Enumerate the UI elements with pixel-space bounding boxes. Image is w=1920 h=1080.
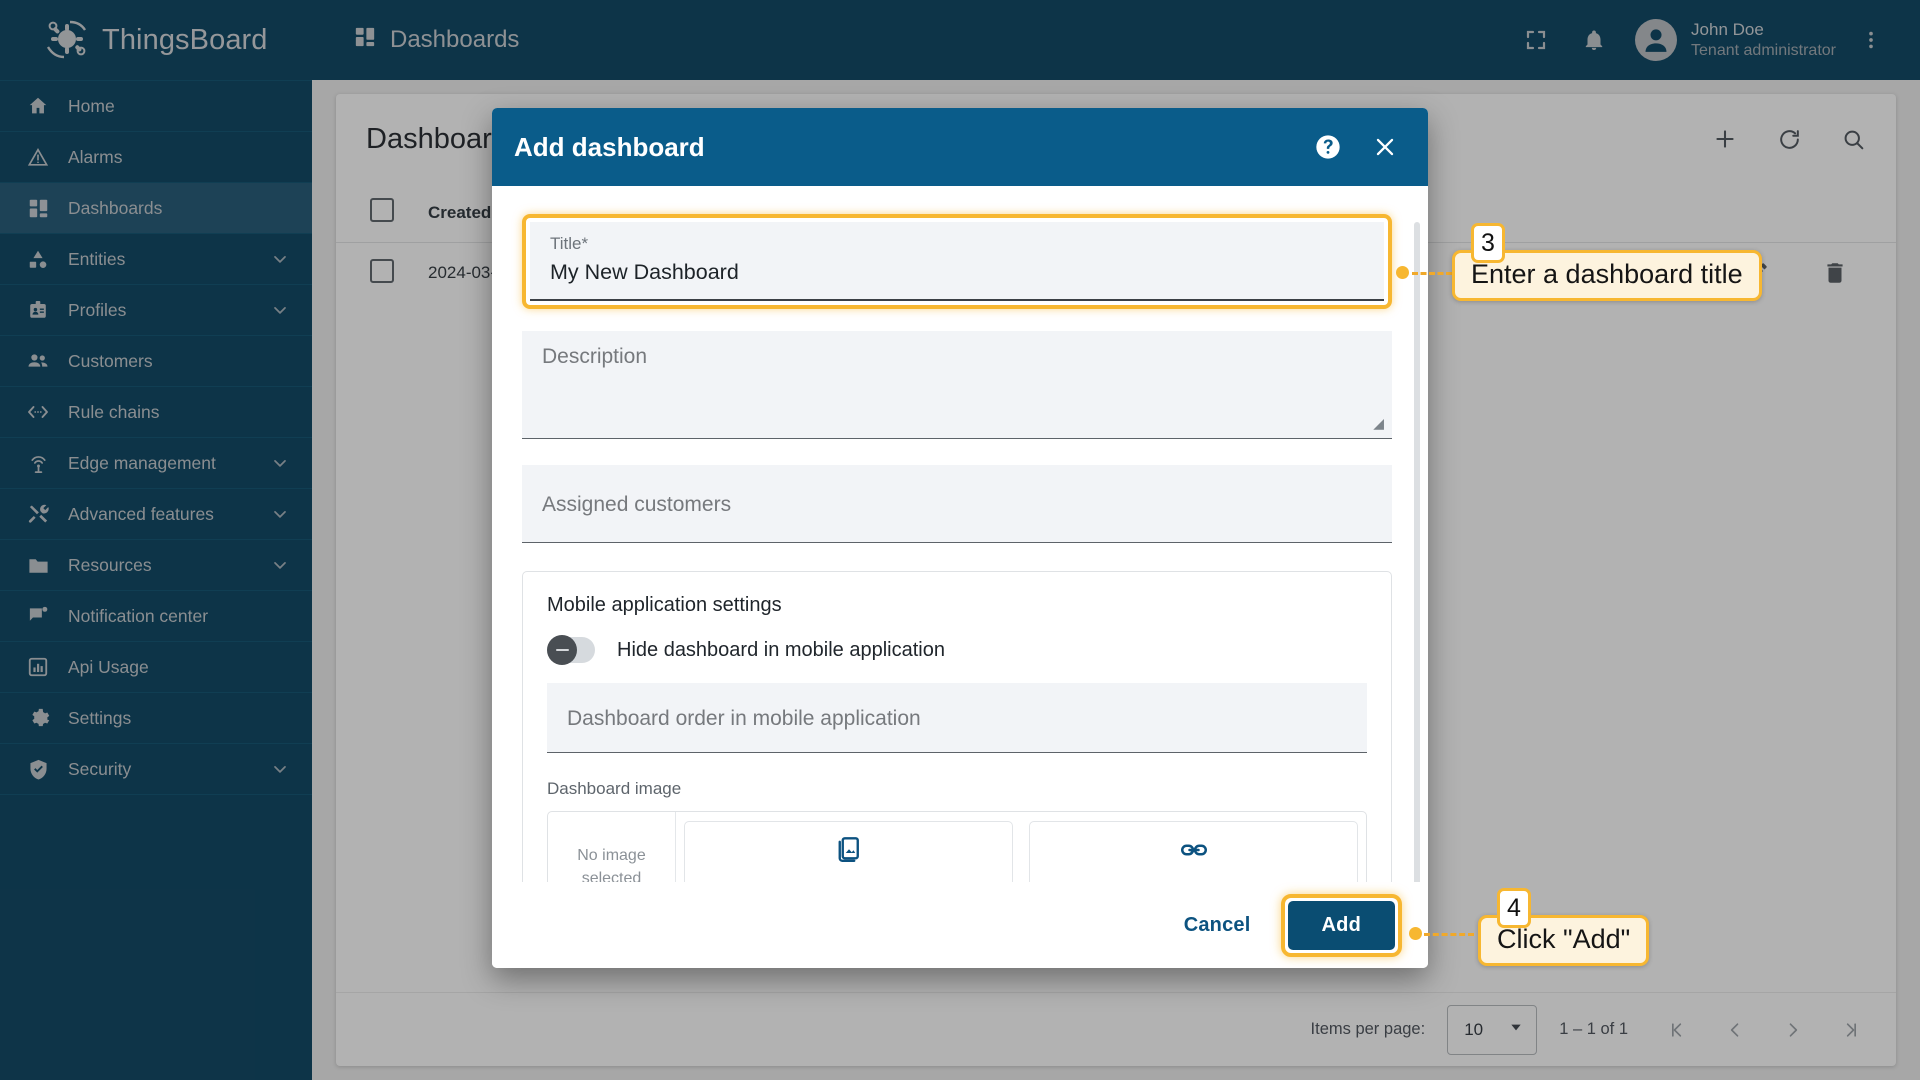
title-field-highlight: Title* My New Dashboard	[522, 214, 1392, 309]
hide-dashboard-toggle-row: Hide dashboard in mobile application	[547, 637, 1367, 663]
dialog-scrollbar[interactable]	[1414, 222, 1420, 882]
assigned-customers-placeholder: Assigned customers	[542, 493, 731, 517]
close-icon[interactable]	[1372, 134, 1398, 160]
callout-3: 3 Enter a dashboard title	[1452, 250, 1762, 301]
link-icon	[1179, 835, 1209, 870]
dialog-body: Title* My New Dashboard Description ◢ As…	[492, 186, 1428, 882]
dialog-title: Add dashboard	[514, 132, 705, 163]
toggle-knob	[547, 635, 577, 665]
callout-anchor-dot-4	[1409, 927, 1422, 940]
add-button[interactable]: Add	[1288, 901, 1395, 950]
description-placeholder: Description	[542, 345, 1372, 369]
callout-4: 4 Click "Add"	[1478, 915, 1649, 966]
callout-leader-line-4	[1424, 933, 1474, 936]
dialog-header-actions	[1314, 133, 1398, 161]
hide-dashboard-toggle[interactable]	[547, 637, 595, 663]
resize-grip-icon[interactable]: ◢	[1373, 415, 1384, 432]
callout-text-3: Enter a dashboard title	[1471, 259, 1743, 289]
dialog-footer: Cancel Add	[492, 882, 1428, 968]
hide-dashboard-toggle-label: Hide dashboard in mobile application	[617, 639, 945, 662]
assigned-customers-field[interactable]: Assigned customers	[522, 465, 1392, 543]
dashboard-order-field[interactable]: Dashboard order in mobile application	[547, 683, 1367, 753]
title-field[interactable]: Title* My New Dashboard	[530, 222, 1384, 301]
mobile-settings-title: Mobile application settings	[547, 594, 1367, 617]
image-gallery-icon	[834, 835, 864, 870]
browse-from-gallery-label: Browse from gallery	[767, 879, 930, 882]
cancel-button[interactable]: Cancel	[1162, 902, 1273, 949]
add-dashboard-dialog: Add dashboard Title* My New Dashboard De…	[492, 108, 1428, 968]
help-circle-icon[interactable]	[1314, 133, 1342, 161]
callout-text-4: Click "Add"	[1497, 924, 1630, 954]
mobile-application-settings-panel: Mobile application settings Hide dashboa…	[522, 571, 1392, 882]
description-field[interactable]: Description ◢	[522, 331, 1392, 439]
set-link-label: Set link	[1163, 879, 1223, 882]
dashboard-image-label: Dashboard image	[547, 779, 1367, 799]
title-field-label: Title*	[550, 234, 1364, 254]
callout-leader-line-3	[1412, 272, 1452, 275]
set-link-button[interactable]: Set link	[1029, 821, 1358, 882]
no-image-selected-text: No image selected	[548, 812, 676, 882]
add-button-highlight: Add	[1281, 894, 1402, 957]
dashboard-order-placeholder: Dashboard order in mobile application	[567, 707, 921, 731]
browse-from-gallery-button[interactable]: Browse from gallery	[684, 821, 1013, 882]
callout-anchor-dot-3	[1396, 266, 1409, 279]
title-input[interactable]: My New Dashboard	[550, 260, 1364, 285]
dashboard-image-picker: No image selected Browse from gallery Se…	[547, 811, 1367, 882]
callout-badge-3: 3	[1471, 223, 1505, 263]
callout-badge-4: 4	[1497, 888, 1531, 928]
dialog-header: Add dashboard	[492, 108, 1428, 186]
